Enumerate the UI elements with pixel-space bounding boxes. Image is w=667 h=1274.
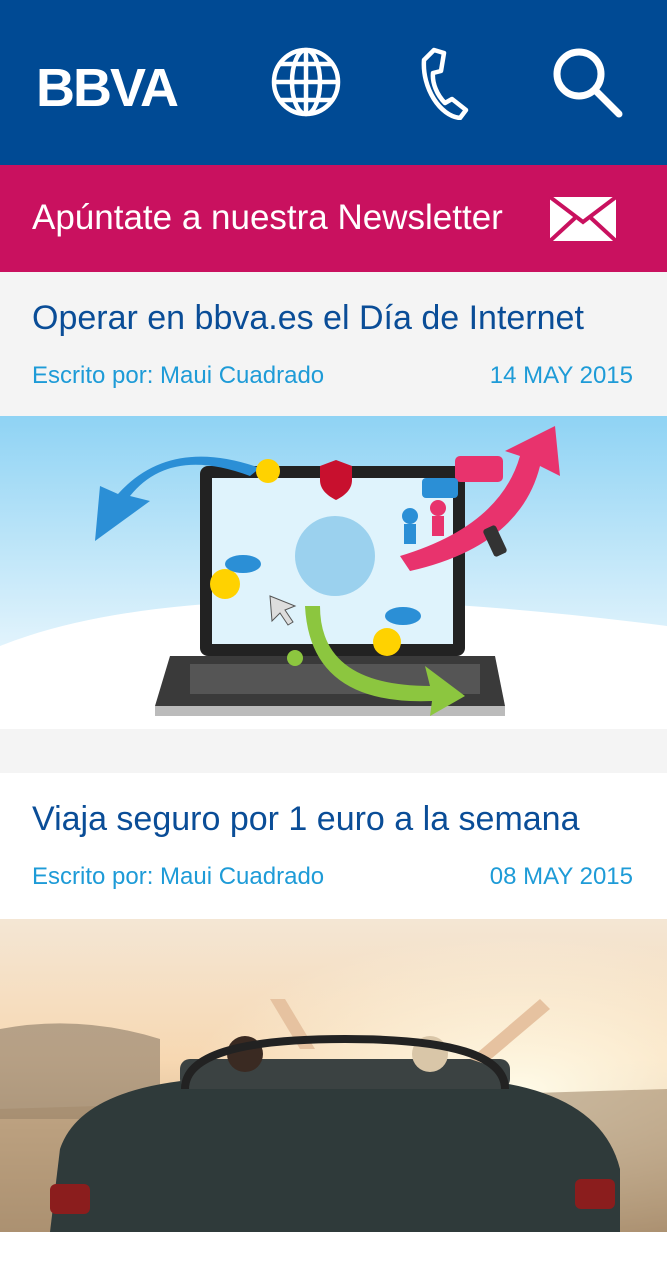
article-card-2[interactable]: Viaja seguro por 1 euro a la semana Escr… bbox=[0, 773, 667, 919]
article-title[interactable]: Viaja seguro por 1 euro a la semana bbox=[32, 799, 580, 839]
top-header: BBVA bbox=[0, 0, 667, 165]
article-author: Escrito por: Maui Cuadrado bbox=[32, 863, 325, 890]
article-date: 08 MAY 2015 bbox=[489, 863, 633, 890]
article-card-1[interactable]: Operar en bbva.es el Día de Internet Esc… bbox=[0, 272, 667, 416]
bbva-logo[interactable]: BBVA bbox=[36, 58, 179, 118]
phone-icon[interactable] bbox=[410, 44, 486, 120]
article-image-internet[interactable] bbox=[0, 416, 667, 729]
search-icon[interactable] bbox=[549, 44, 625, 120]
mail-icon[interactable] bbox=[549, 196, 617, 242]
article-date: 14 MAY 2015 bbox=[489, 362, 633, 389]
globe-icon[interactable] bbox=[268, 44, 344, 120]
newsletter-label: Apúntate a nuestra Newsletter bbox=[32, 198, 503, 237]
article-image-car-travel[interactable] bbox=[0, 919, 667, 1232]
article-separator bbox=[0, 729, 667, 773]
article-title[interactable]: Operar en bbva.es el Día de Internet bbox=[32, 298, 584, 338]
article-author: Escrito por: Maui Cuadrado bbox=[32, 362, 325, 389]
page-bottom bbox=[0, 1232, 667, 1274]
